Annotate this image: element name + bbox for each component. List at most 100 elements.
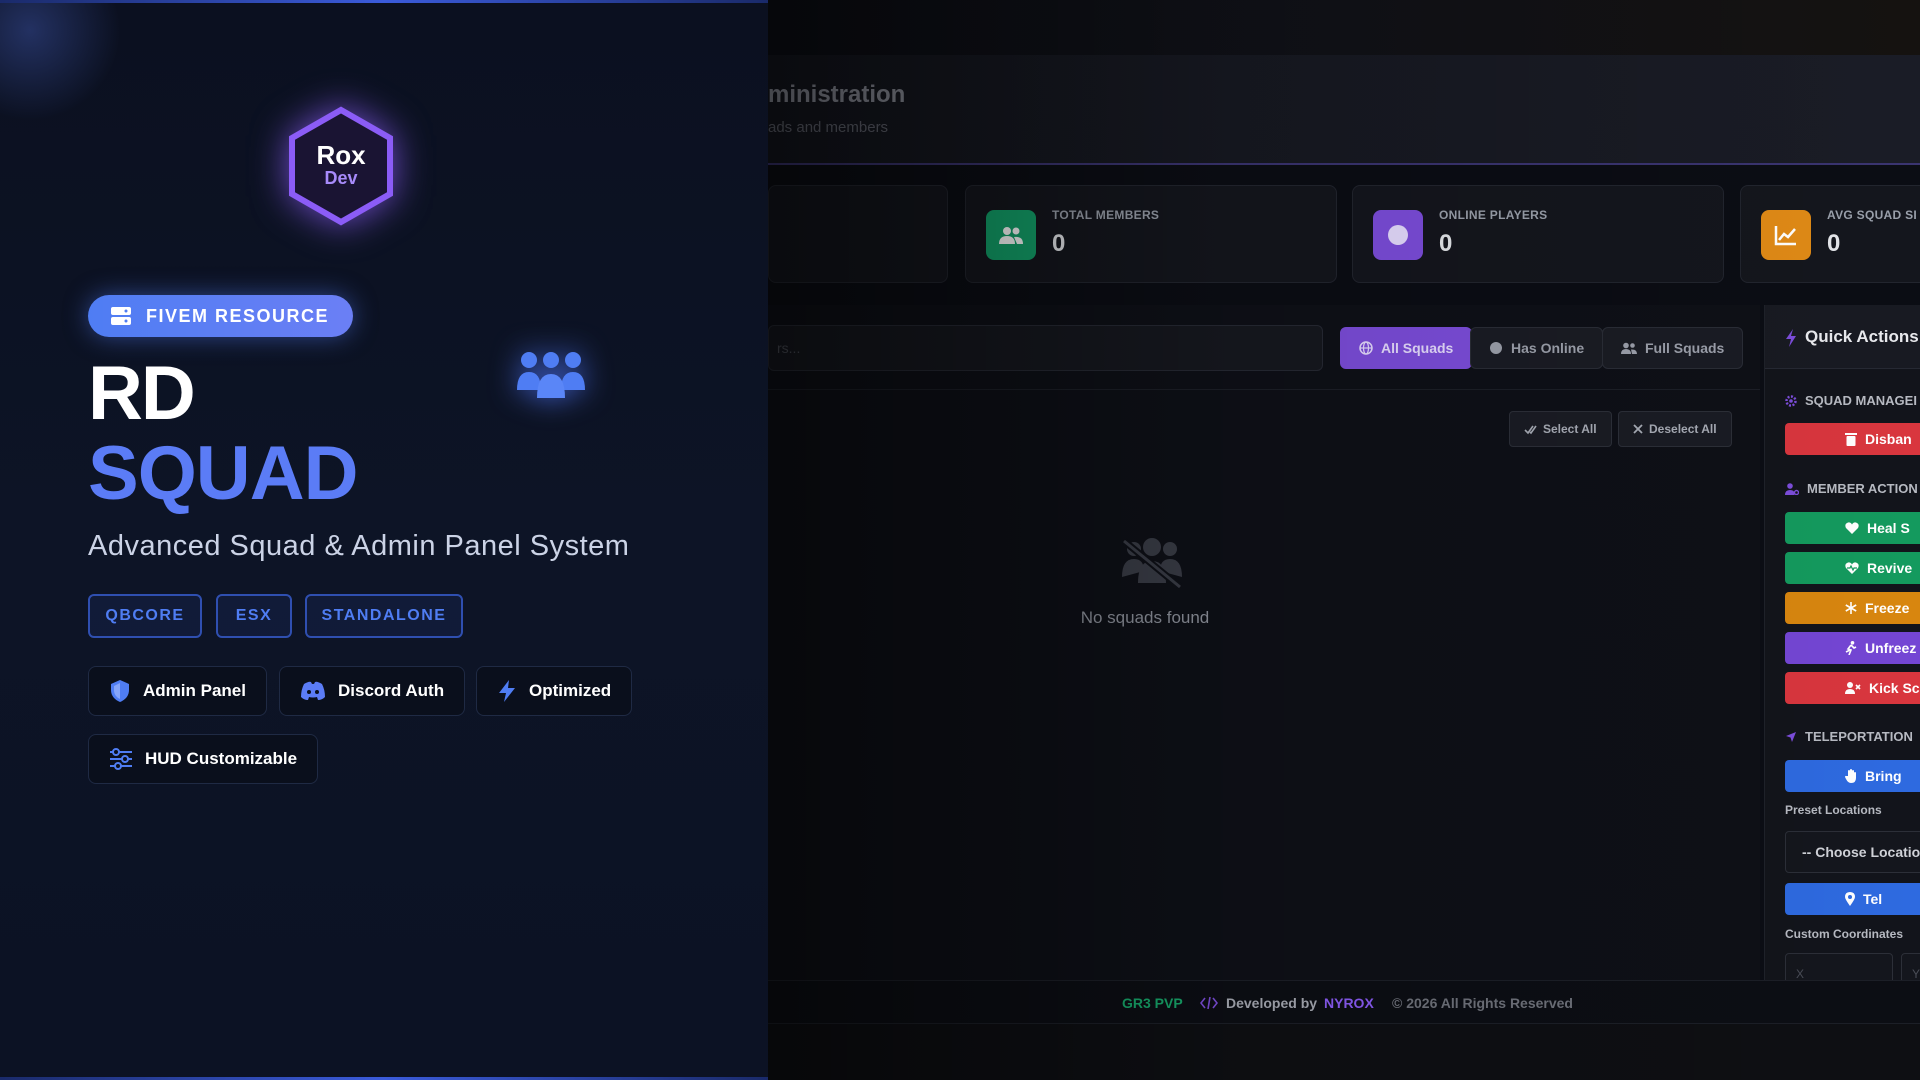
promo-panel: Rox Dev FIVEM RESOURCE RD SQUAD Advanced… bbox=[0, 0, 768, 1080]
user-cog-icon bbox=[1785, 482, 1799, 495]
users-icon bbox=[1621, 342, 1637, 354]
divider bbox=[768, 389, 1760, 390]
stat-label: ONLINE PLAYERS bbox=[1439, 208, 1548, 222]
fivem-resource-badge: FIVEM RESOURCE bbox=[88, 295, 354, 337]
stat-value: 0 bbox=[1439, 230, 1453, 257]
title-rd: RD bbox=[88, 351, 196, 436]
filter-all-squads-label: All Squads bbox=[1381, 340, 1454, 356]
filter-has-online-label: Has Online bbox=[1511, 340, 1585, 356]
developed-by-text: Developed by bbox=[1226, 995, 1318, 1011]
disband-label: Disban bbox=[1865, 431, 1912, 447]
stat-card-online-players: ONLINE PLAYERS 0 bbox=[1352, 185, 1724, 283]
filter-full-squads-label: Full Squads bbox=[1645, 340, 1725, 356]
unfreeze-button[interactable]: Unfreez bbox=[1785, 632, 1920, 664]
empty-state-text: No squads found bbox=[1080, 608, 1210, 627]
heart-icon bbox=[1845, 522, 1859, 534]
circle-icon bbox=[1373, 210, 1423, 260]
kick-label: Kick Sc bbox=[1869, 680, 1920, 696]
kick-squad-button[interactable]: Kick Sc bbox=[1785, 672, 1920, 704]
shield-icon bbox=[111, 680, 129, 702]
preset-locations-label: Preset Locations bbox=[1785, 803, 1882, 817]
bring-label: Bring bbox=[1865, 768, 1902, 784]
game-background-bottom bbox=[768, 1024, 1920, 1080]
custom-coordinates-label: Custom Coordinates bbox=[1785, 927, 1904, 941]
heal-label: Heal S bbox=[1867, 520, 1910, 536]
heal-squad-button[interactable]: Heal S bbox=[1785, 512, 1920, 544]
title-squad: SQUAD bbox=[88, 431, 358, 516]
snowflake-icon bbox=[1845, 602, 1857, 614]
feature-discord-auth: Discord Auth bbox=[279, 666, 466, 716]
users-icon bbox=[986, 210, 1036, 260]
location-arrow-icon bbox=[1786, 731, 1796, 742]
deselect-all-label: Deselect All bbox=[1649, 422, 1717, 436]
framework-standalone: STANDALONE bbox=[305, 594, 463, 638]
feature-optimized: Optimized bbox=[476, 666, 633, 716]
copyright-text: © 2026 All Rights Reserved bbox=[1392, 995, 1573, 1011]
feature-admin-panel-label: Admin Panel bbox=[143, 681, 246, 700]
running-icon bbox=[1845, 641, 1857, 655]
filter-has-online[interactable]: Has Online bbox=[1470, 327, 1604, 369]
logo-text-rox: Rox bbox=[316, 140, 366, 170]
stat-value: 0 bbox=[1827, 230, 1841, 257]
hand-icon bbox=[1845, 769, 1856, 783]
feature-optimized-label: Optimized bbox=[529, 681, 612, 700]
discord-icon bbox=[301, 681, 325, 700]
users-slash-icon bbox=[1120, 537, 1184, 596]
select-all-button[interactable]: Select All bbox=[1509, 411, 1612, 447]
feature-hud-label: HUD Customizable bbox=[145, 749, 298, 768]
page-title: ministration bbox=[768, 81, 906, 108]
fivem-resource-label: FIVEM RESOURCE bbox=[146, 305, 330, 326]
stat-card-total-members: TOTAL MEMBERS 0 bbox=[965, 185, 1337, 283]
section-squad-management-label: SQUAD MANAGEI bbox=[1805, 393, 1917, 408]
user-x-icon bbox=[1845, 682, 1861, 694]
revive-button[interactable]: Revive bbox=[1785, 552, 1920, 584]
bring-button[interactable]: Bring bbox=[1785, 760, 1920, 792]
game-background-top bbox=[768, 0, 1920, 55]
unfreeze-label: Unfreez bbox=[1865, 640, 1917, 656]
teleport-button[interactable]: Tel bbox=[1785, 883, 1920, 915]
gear-icon bbox=[1785, 394, 1797, 407]
stat-label: AVG SQUAD SI bbox=[1827, 208, 1918, 222]
stat-value: 0 bbox=[1052, 230, 1066, 257]
search-input[interactable]: rs... bbox=[768, 325, 1323, 371]
filter-all-squads[interactable]: All Squads bbox=[1340, 327, 1473, 369]
map-pin-icon bbox=[1845, 892, 1855, 906]
freeze-button[interactable]: Freeze bbox=[1785, 592, 1920, 624]
disband-button[interactable]: Disban bbox=[1785, 423, 1920, 455]
quick-actions-header: Quick Actions bbox=[1765, 305, 1920, 369]
section-squad-management: SQUAD MANAGEI bbox=[1785, 393, 1917, 408]
location-select[interactable]: -- Choose Locatio bbox=[1785, 831, 1920, 873]
trash-icon bbox=[1845, 433, 1857, 446]
server-icon bbox=[111, 307, 131, 325]
close-icon bbox=[1633, 424, 1643, 434]
deselect-all-button[interactable]: Deselect All bbox=[1618, 411, 1732, 447]
quick-actions-title: Quick Actions bbox=[1805, 327, 1919, 346]
app-header: ministration ads and members bbox=[768, 55, 1920, 165]
quick-actions-panel: Quick Actions SQUAD MANAGEI Disban MEMBE… bbox=[1764, 305, 1920, 985]
bolt-icon bbox=[499, 680, 515, 702]
bolt-icon bbox=[1786, 329, 1796, 347]
section-teleportation-label: TELEPORTATION bbox=[1805, 729, 1913, 744]
feature-discord-auth-label: Discord Auth bbox=[338, 681, 445, 700]
section-member-actions: MEMBER ACTION bbox=[1785, 481, 1918, 496]
code-icon bbox=[1200, 997, 1218, 1009]
feature-admin-panel: Admin Panel bbox=[88, 666, 267, 716]
double-check-icon bbox=[1524, 425, 1537, 434]
stat-card-avg-squad-size: AVG SQUAD SI 0 bbox=[1740, 185, 1920, 283]
screen: Rox Dev FIVEM RESOURCE RD SQUAD Advanced… bbox=[0, 0, 1920, 1080]
circle-icon bbox=[1490, 342, 1502, 354]
select-all-label: Select All bbox=[1543, 422, 1597, 436]
sliders-icon bbox=[110, 748, 132, 770]
admin-app: ministration ads and members TOTAL MEMBE… bbox=[768, 0, 1920, 1080]
developer-name[interactable]: NYROX bbox=[1324, 995, 1374, 1011]
top-accent-line bbox=[0, 0, 768, 3]
group-people-icon bbox=[515, 350, 587, 411]
section-teleportation: TELEPORTATION bbox=[1785, 729, 1913, 744]
freeze-label: Freeze bbox=[1865, 600, 1910, 616]
filter-full-squads[interactable]: Full Squads bbox=[1602, 327, 1744, 369]
framework-qbcore: QBCORE bbox=[88, 594, 202, 638]
stat-label: TOTAL MEMBERS bbox=[1052, 208, 1160, 222]
feature-hud-customizable: HUD Customizable bbox=[88, 734, 319, 784]
app-footer: GR3 PVP Developed by NYROX © 2026 All Ri… bbox=[768, 980, 1920, 1024]
chart-icon bbox=[1761, 210, 1811, 260]
